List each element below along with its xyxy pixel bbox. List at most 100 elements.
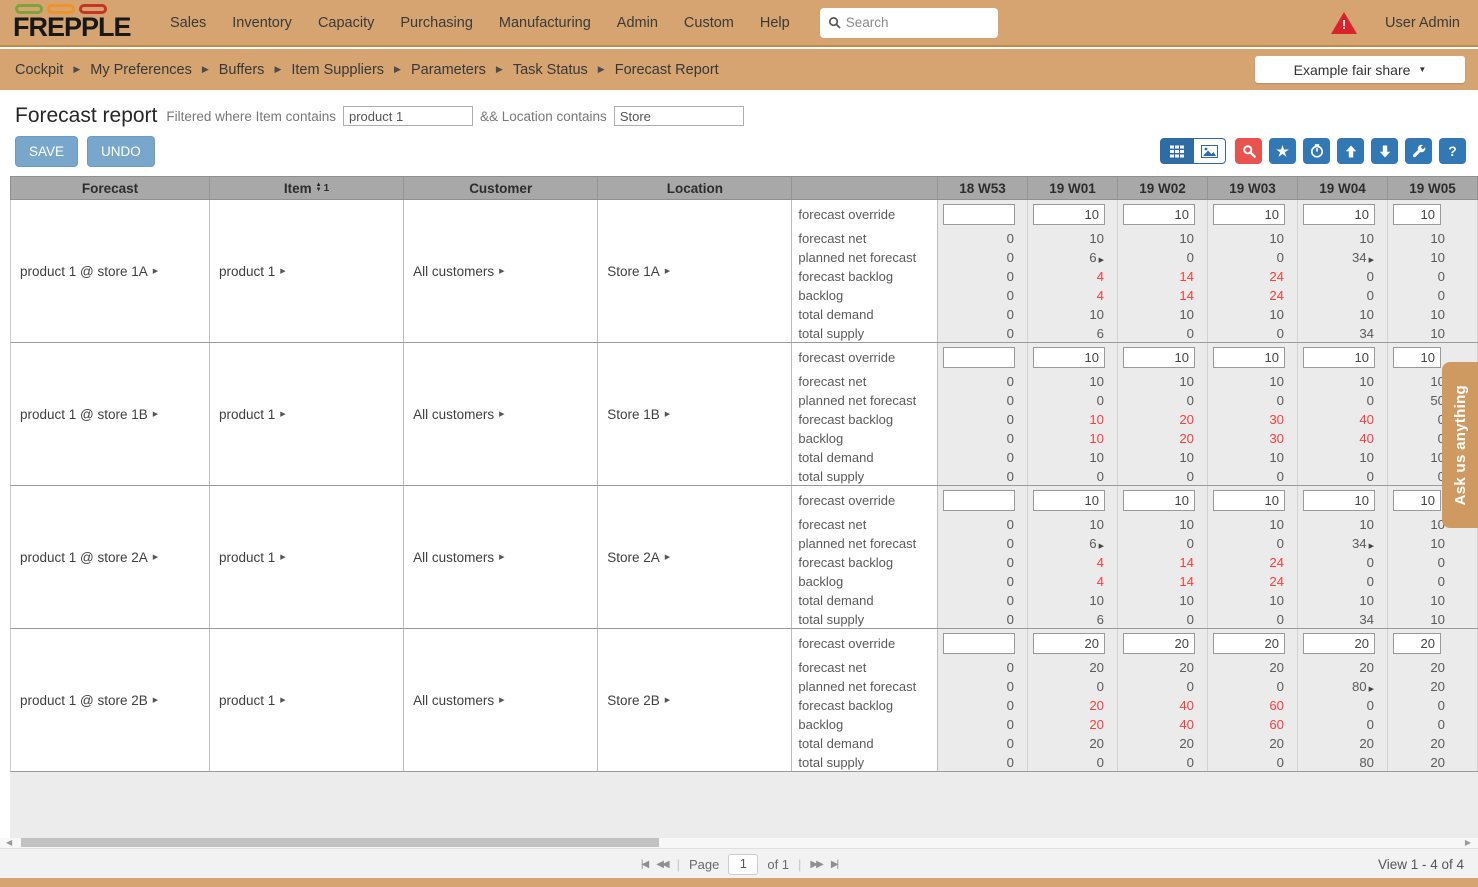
forecast-override-input[interactable]: [1303, 347, 1375, 368]
table-view-button[interactable]: [1160, 138, 1193, 164]
location-cell[interactable]: Store 1B▶: [598, 343, 792, 485]
customer-cell[interactable]: All customers▶: [404, 343, 598, 485]
drilldown-icon[interactable]: ▶: [1099, 543, 1104, 550]
drilldown-icon[interactable]: ▶: [280, 696, 285, 704]
breadcrumb-item[interactable]: Item Suppliers: [291, 62, 384, 78]
next-page-button[interactable]: ▶▶: [810, 859, 821, 870]
customer-cell[interactable]: All customers▶: [404, 629, 598, 771]
forecast-override-input[interactable]: [943, 204, 1015, 225]
breadcrumb-item[interactable]: My Preferences: [90, 62, 192, 78]
scroll-left-icon[interactable]: ◀: [6, 838, 12, 848]
column-header-item[interactable]: Item▲▼1: [210, 177, 404, 199]
scrollbar-thumb[interactable]: [21, 838, 659, 847]
drilldown-icon[interactable]: ▶: [280, 267, 285, 275]
customer-cell[interactable]: All customers▶: [404, 486, 598, 628]
drilldown-icon[interactable]: ▶: [280, 553, 285, 561]
customize-button[interactable]: [1405, 138, 1432, 164]
location-cell[interactable]: Store 2A▶: [598, 486, 792, 628]
drilldown-icon[interactable]: ▶: [499, 267, 504, 275]
forecast-override-input[interactable]: [943, 347, 1015, 368]
forecast-override-input[interactable]: [1033, 490, 1105, 511]
forecast-override-input[interactable]: [1213, 633, 1285, 654]
forecast-override-input[interactable]: [1303, 633, 1375, 654]
drilldown-icon[interactable]: ▶: [665, 410, 670, 418]
forecast-override-input[interactable]: [1393, 490, 1441, 511]
user-menu[interactable]: User Admin: [1385, 15, 1460, 31]
drilldown-icon[interactable]: ▶: [280, 410, 285, 418]
drilldown-icon[interactable]: ▶: [665, 696, 670, 704]
page-number-input[interactable]: [728, 854, 758, 875]
horizontal-scrollbar[interactable]: ◀ ▶: [0, 838, 1478, 848]
help-button[interactable]: ?: [1439, 138, 1466, 164]
breadcrumb-item[interactable]: Cockpit: [15, 62, 63, 78]
forecast-override-input[interactable]: [1393, 204, 1441, 225]
item-cell[interactable]: product 1▶: [210, 629, 404, 771]
frepple-logo[interactable]: FREPPLE: [0, 4, 152, 40]
forecast-override-input[interactable]: [1213, 204, 1285, 225]
drilldown-icon[interactable]: ▶: [1099, 257, 1104, 264]
nav-item-custom[interactable]: Custom: [684, 15, 734, 31]
breadcrumb-item[interactable]: Parameters: [411, 62, 486, 78]
forecast-override-input[interactable]: [1303, 490, 1375, 511]
forecast-override-input[interactable]: [1213, 490, 1285, 511]
forecast-cell[interactable]: product 1 @ store 2B▶: [11, 629, 210, 771]
drilldown-icon[interactable]: ▶: [665, 267, 670, 275]
forecast-cell[interactable]: product 1 @ store 1A▶: [11, 200, 210, 342]
forecast-override-input[interactable]: [943, 490, 1015, 511]
item-filter-input[interactable]: [343, 106, 473, 126]
column-header-location[interactable]: Location: [598, 177, 792, 199]
breadcrumb-item[interactable]: Task Status: [513, 62, 588, 78]
forecast-cell[interactable]: product 1 @ store 2A▶: [11, 486, 210, 628]
drilldown-icon[interactable]: ▶: [153, 696, 158, 704]
drilldown-icon[interactable]: ▶: [665, 553, 670, 561]
column-header-week[interactable]: 19 W04: [1298, 177, 1388, 199]
nav-item-purchasing[interactable]: Purchasing: [400, 15, 473, 31]
forecast-override-input[interactable]: [1033, 347, 1105, 368]
scroll-right-icon[interactable]: ▶: [1465, 838, 1471, 848]
ask-us-anything-tab[interactable]: Ask us anything: [1442, 362, 1478, 528]
forecast-override-input[interactable]: [1123, 490, 1195, 511]
search-box[interactable]: [820, 8, 998, 38]
favorites-button[interactable]: ★: [1269, 138, 1296, 164]
nav-item-help[interactable]: Help: [760, 15, 790, 31]
location-cell[interactable]: Store 1A▶: [598, 200, 792, 342]
forecast-override-input[interactable]: [1033, 204, 1105, 225]
customer-cell[interactable]: All customers▶: [404, 200, 598, 342]
upload-button[interactable]: [1337, 138, 1364, 164]
column-header-week[interactable]: 18 W53: [938, 177, 1028, 199]
forecast-override-input[interactable]: [1123, 204, 1195, 225]
drilldown-icon[interactable]: ▶: [153, 410, 158, 418]
location-filter-input[interactable]: [614, 106, 744, 126]
drilldown-icon[interactable]: ▶: [153, 267, 158, 275]
drilldown-icon[interactable]: ▶: [1369, 686, 1374, 693]
column-header-week[interactable]: 19 W02: [1118, 177, 1208, 199]
nav-item-manufacturing[interactable]: Manufacturing: [499, 15, 591, 31]
nav-item-inventory[interactable]: Inventory: [232, 15, 292, 31]
item-cell[interactable]: product 1▶: [210, 486, 404, 628]
drilldown-icon[interactable]: ▶: [1369, 257, 1374, 264]
drilldown-icon[interactable]: ▶: [499, 696, 504, 704]
forecast-override-input[interactable]: [1123, 633, 1195, 654]
forecast-cell[interactable]: product 1 @ store 1B▶: [11, 343, 210, 485]
forecast-override-input[interactable]: [943, 633, 1015, 654]
column-header-customer[interactable]: Customer: [404, 177, 598, 199]
forecast-override-input[interactable]: [1393, 633, 1441, 654]
undo-button[interactable]: UNDO: [87, 136, 155, 167]
column-header-forecast[interactable]: Forecast: [11, 177, 210, 199]
time-buckets-button[interactable]: [1303, 138, 1330, 164]
breadcrumb-item[interactable]: Buffers: [219, 62, 265, 78]
drilldown-icon[interactable]: ▶: [1369, 543, 1374, 550]
graph-view-button[interactable]: [1193, 138, 1226, 164]
forecast-override-input[interactable]: [1213, 347, 1285, 368]
last-page-button[interactable]: ▶|: [831, 859, 837, 870]
prev-page-button[interactable]: ◀◀: [656, 859, 667, 870]
search-input[interactable]: [846, 15, 976, 30]
breadcrumb-item[interactable]: Forecast Report: [615, 62, 719, 78]
warning-icon[interactable]: !: [1331, 12, 1357, 34]
drilldown-icon[interactable]: ▶: [499, 553, 504, 561]
nav-item-sales[interactable]: Sales: [170, 15, 206, 31]
column-header-week[interactable]: 19 W05: [1388, 177, 1478, 199]
item-cell[interactable]: product 1▶: [210, 343, 404, 485]
save-button[interactable]: SAVE: [15, 136, 78, 167]
nav-item-admin[interactable]: Admin: [617, 15, 658, 31]
